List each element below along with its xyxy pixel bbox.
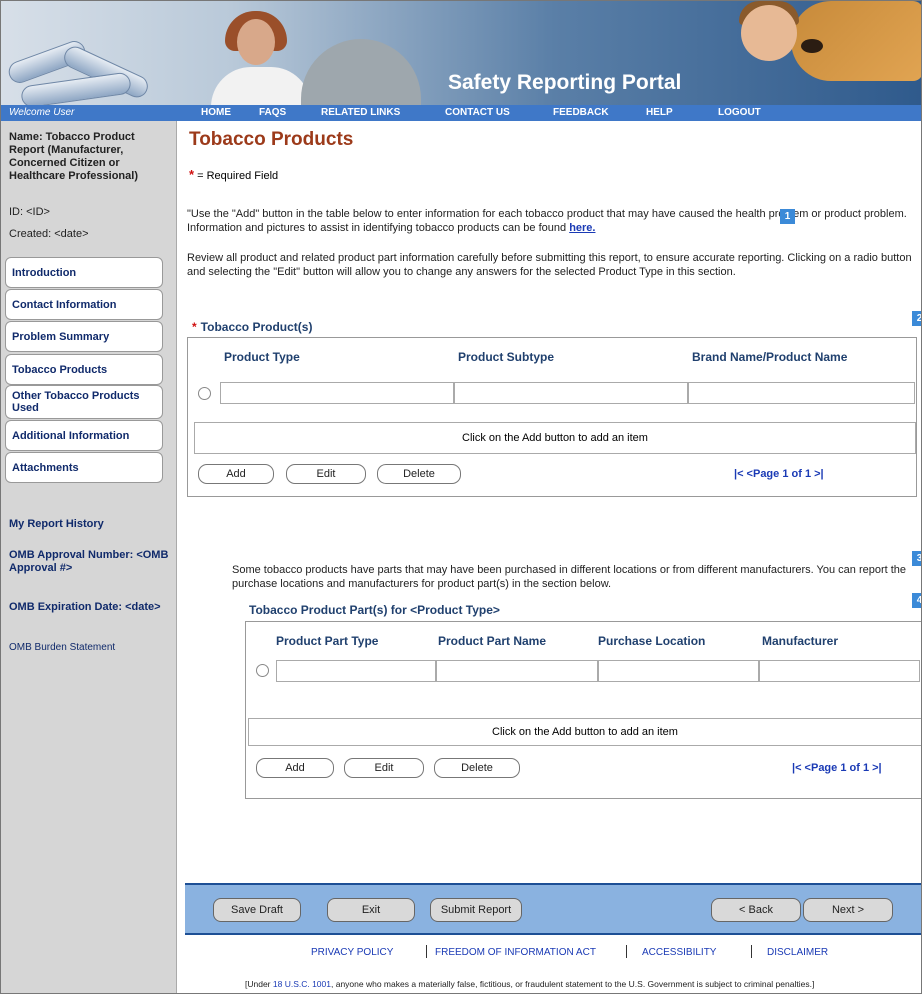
- privacy-policy-link[interactable]: PRIVACY POLICY: [311, 947, 393, 958]
- report-name: Name: Tobacco Product Report (Manufactur…: [9, 131, 138, 182]
- legal-notice: [Under 18 U.S.C. 1001, anyone who makes …: [245, 979, 815, 989]
- products-table: Product Type Product Subtype Brand Name/…: [187, 337, 917, 497]
- portal-title: Safety Reporting Portal: [448, 71, 682, 94]
- parts-delete-button[interactable]: Delete: [434, 758, 520, 778]
- welcome-text: Welcome User: [9, 107, 75, 118]
- help-badge-3[interactable]: 3: [912, 551, 921, 566]
- nav-feedback[interactable]: FEEDBACK: [553, 107, 609, 118]
- intro-text: "Use the "Add" button in the table below…: [187, 208, 907, 234]
- main-content: Tobacco Products * = Required Field "Use…: [177, 121, 921, 993]
- footer-separator: [626, 945, 627, 958]
- help-badge-2[interactable]: 2: [912, 311, 921, 326]
- review-text: Review all product and related product p…: [187, 252, 912, 278]
- nav-faqs[interactable]: FAQS: [259, 107, 286, 118]
- page-title: Tobacco Products: [189, 129, 354, 150]
- sidebar-item-attachments[interactable]: Attachments: [5, 452, 163, 483]
- products-empty-message: Click on the Add button to add an item: [194, 422, 916, 454]
- page-frame: Safety Reporting Portal Welcome User HOM…: [0, 0, 922, 994]
- foia-link[interactable]: FREEDOM OF INFORMATION ACT: [435, 947, 596, 958]
- header-banner: Safety Reporting Portal: [1, 1, 921, 105]
- footer-button-bar: Save Draft Exit Submit Report < Back Nex…: [185, 883, 921, 935]
- parts-empty-message: Click on the Add button to add an item: [248, 718, 921, 746]
- parts-edit-button[interactable]: Edit: [344, 758, 424, 778]
- parts-add-button[interactable]: Add: [256, 758, 334, 778]
- col-part-name: Product Part Name: [438, 634, 547, 648]
- col-purchase-location: Purchase Location: [598, 634, 706, 648]
- footer-separator: [426, 945, 427, 958]
- required-note: * = Required Field: [189, 167, 279, 182]
- sidebar-item-tobacco-products[interactable]: Tobacco Products: [5, 354, 163, 385]
- product-row-radio[interactable]: [198, 387, 211, 400]
- nav-contact-us[interactable]: CONTACT US: [445, 107, 510, 118]
- part-name-cell: [436, 660, 598, 682]
- back-button[interactable]: < Back: [711, 898, 801, 922]
- child-image: [741, 5, 797, 61]
- sidebar-item-additional-information[interactable]: Additional Information: [5, 420, 163, 451]
- parts-section-title: Tobacco Product Part(s) for <Product Typ…: [249, 603, 500, 617]
- submit-report-button[interactable]: Submit Report: [430, 898, 522, 922]
- products-section-title: * Tobacco Product(s): [192, 320, 313, 334]
- sidebar-item-contact-information[interactable]: Contact Information: [5, 289, 163, 320]
- sidebar-item-introduction[interactable]: Introduction: [5, 257, 163, 288]
- manufacturer-cell: [759, 660, 920, 682]
- omb-approval-number: OMB Approval Number: <OMB Approval #>: [9, 549, 169, 574]
- product-subtype-cell: [454, 382, 688, 404]
- parts-pager[interactable]: |< <Page 1 of 1 >|: [792, 762, 882, 774]
- part-type-cell: [276, 660, 436, 682]
- required-star: *: [189, 167, 195, 182]
- save-draft-button[interactable]: Save Draft: [213, 898, 301, 922]
- parts-intro-text: Some tobacco products have parts that ma…: [232, 564, 907, 590]
- omb-burden-link[interactable]: OMB Burden Statement: [9, 641, 115, 654]
- help-badge-1[interactable]: 1: [780, 209, 795, 224]
- product-type-cell: [220, 382, 454, 404]
- products-edit-button[interactable]: Edit: [286, 464, 366, 484]
- products-add-button[interactable]: Add: [198, 464, 274, 484]
- omb-expiration-date: OMB Expiration Date: <date>: [9, 601, 161, 613]
- part-row-radio[interactable]: [256, 664, 269, 677]
- nav-help[interactable]: HELP: [646, 107, 673, 118]
- top-nav: Welcome User HOME FAQS RELATED LINKS CON…: [1, 105, 921, 121]
- col-product-subtype: Product Subtype: [458, 350, 555, 364]
- help-badge-4[interactable]: 4: [912, 593, 921, 608]
- pills-image: [1, 31, 171, 105]
- sidebar-item-problem-summary[interactable]: Problem Summary: [5, 321, 163, 352]
- report-id: ID: <ID>: [9, 206, 50, 218]
- disclaimer-link[interactable]: DISCLAIMER: [767, 947, 828, 958]
- here-link[interactable]: here.: [569, 222, 595, 234]
- brand-name-cell: [688, 382, 915, 404]
- report-created: Created: <date>: [9, 228, 89, 240]
- col-product-type: Product Type: [224, 350, 300, 364]
- sidebar-item-other-tobacco-products[interactable]: Other Tobacco Products Used: [5, 385, 163, 419]
- col-brand-name: Brand Name/Product Name: [692, 350, 848, 364]
- footer-separator: [751, 945, 752, 958]
- purchase-location-cell: [598, 660, 759, 682]
- nav-home[interactable]: HOME: [201, 107, 231, 118]
- accessibility-link[interactable]: ACCESSIBILITY: [642, 947, 716, 958]
- nav-logout[interactable]: LOGOUT: [718, 107, 761, 118]
- nav-related-links[interactable]: RELATED LINKS: [321, 107, 400, 118]
- products-delete-button[interactable]: Delete: [377, 464, 461, 484]
- parts-table: Product Part Type Product Part Name Purc…: [245, 621, 921, 799]
- sidebar: Name: Tobacco Product Report (Manufactur…: [1, 121, 177, 993]
- products-pager[interactable]: |< <Page 1 of 1 >|: [734, 468, 824, 480]
- col-part-type: Product Part Type: [276, 634, 379, 648]
- next-button[interactable]: Next >: [803, 898, 893, 922]
- usc-link[interactable]: 18 U.S.C. 1001: [273, 979, 331, 989]
- report-history-link[interactable]: My Report History: [9, 518, 104, 531]
- col-manufacturer: Manufacturer: [762, 634, 839, 648]
- exit-button[interactable]: Exit: [327, 898, 415, 922]
